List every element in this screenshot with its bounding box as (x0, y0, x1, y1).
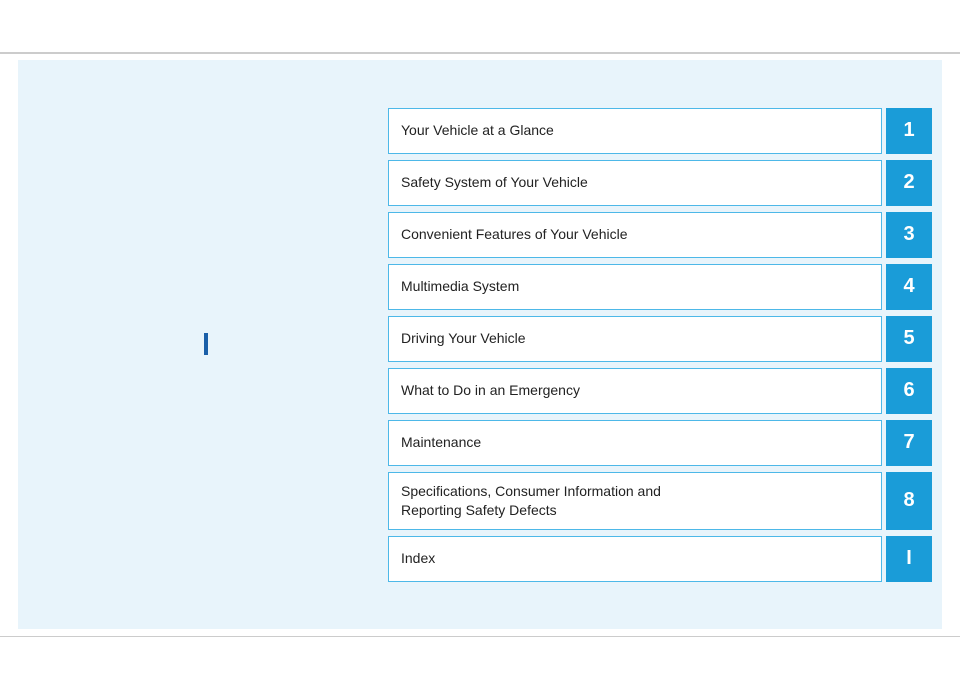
toc-title-bar (204, 333, 208, 355)
toc-number-4: 4 (886, 264, 932, 310)
top-divider (0, 52, 960, 54)
toc-label-text-4: Multimedia System (401, 277, 519, 295)
toc-title-wrapper (198, 333, 208, 356)
toc-label-5: Driving Your Vehicle (388, 316, 882, 362)
toc-list: Your Vehicle at a Glance 1 Safety System o… (388, 94, 942, 596)
toc-label-text-5: Driving Your Vehicle (401, 329, 526, 347)
toc-number-6: 6 (886, 368, 932, 414)
toc-row-4[interactable]: Multimedia System 4 (388, 264, 932, 310)
toc-label-text-7: Maintenance (401, 433, 481, 451)
toc-label-8: Specifications, Consumer Information and… (388, 472, 882, 530)
toc-label-text-9: Index (401, 549, 435, 567)
toc-row-7[interactable]: Maintenance 7 (388, 420, 932, 466)
toc-row-6[interactable]: What to Do in an Emergency 6 (388, 368, 932, 414)
toc-label-text-3: Convenient Features of Your Vehicle (401, 225, 628, 243)
toc-row-3[interactable]: Convenient Features of Your Vehicle 3 (388, 212, 932, 258)
toc-label-text-6: What to Do in an Emergency (401, 381, 580, 399)
toc-row-1[interactable]: Your Vehicle at a Glance 1 (388, 108, 932, 154)
main-container: Your Vehicle at a Glance 1 Safety System o… (18, 60, 942, 629)
toc-label-7: Maintenance (388, 420, 882, 466)
toc-row-5[interactable]: Driving Your Vehicle 5 (388, 316, 932, 362)
left-panel (18, 313, 388, 376)
toc-number-8: 8 (886, 472, 932, 530)
toc-label-3: Convenient Features of Your Vehicle (388, 212, 882, 258)
toc-number-5: 5 (886, 316, 932, 362)
toc-label-6: What to Do in an Emergency (388, 368, 882, 414)
toc-label-text-2: Safety System of Your Vehicle (401, 173, 588, 191)
toc-label-2: Safety System of Your Vehicle (388, 160, 882, 206)
toc-label-1: Your Vehicle at a Glance (388, 108, 882, 154)
toc-number-9: I (886, 536, 932, 582)
toc-row-8[interactable]: Specifications, Consumer Information and… (388, 472, 932, 530)
toc-number-2: 2 (886, 160, 932, 206)
bottom-divider (0, 636, 960, 638)
toc-row-9[interactable]: Index I (388, 536, 932, 582)
toc-label-text-8: Specifications, Consumer Information and… (401, 482, 661, 518)
toc-label-text-1: Your Vehicle at a Glance (401, 121, 554, 139)
toc-label-9: Index (388, 536, 882, 582)
toc-label-4: Multimedia System (388, 264, 882, 310)
toc-number-7: 7 (886, 420, 932, 466)
toc-number-1: 1 (886, 108, 932, 154)
toc-row-2[interactable]: Safety System of Your Vehicle 2 (388, 160, 932, 206)
toc-number-3: 3 (886, 212, 932, 258)
